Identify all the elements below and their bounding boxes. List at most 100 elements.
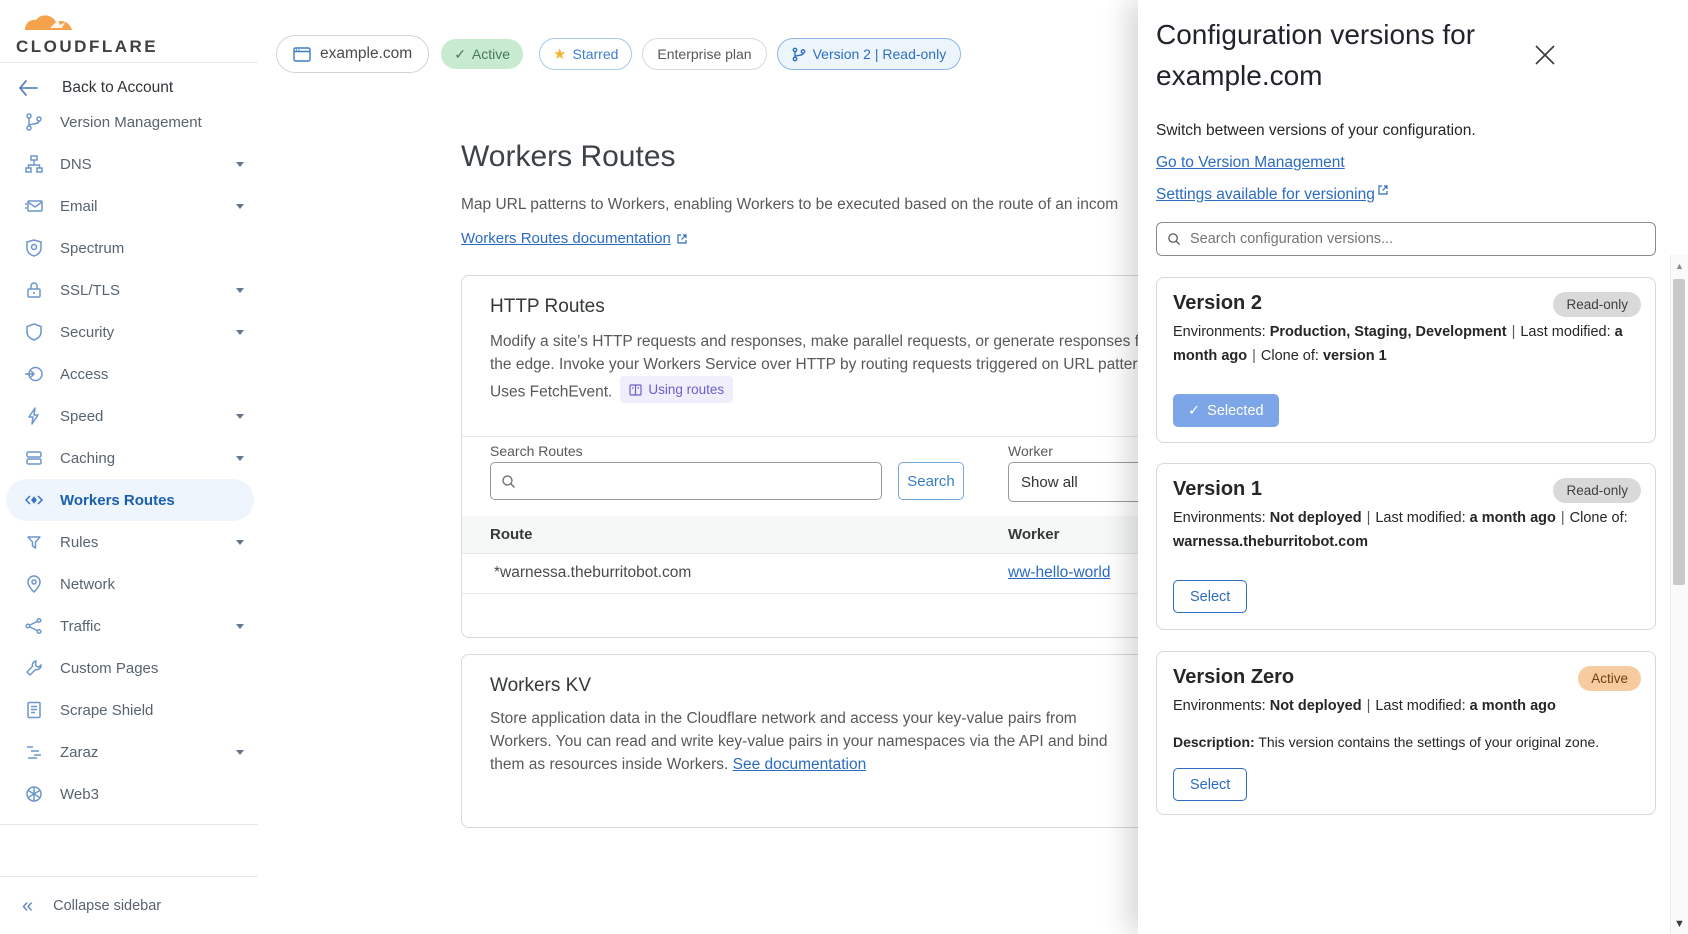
search-icon bbox=[501, 474, 516, 489]
route-column-header: Route bbox=[490, 526, 533, 543]
collapse-sidebar-button[interactable]: « Collapse sidebar bbox=[0, 876, 258, 934]
shield-icon bbox=[24, 322, 44, 342]
select-button[interactable]: Select bbox=[1173, 768, 1247, 801]
version-card-version-zero: Version Zero Active Environments: Not de… bbox=[1156, 651, 1656, 815]
document-icon bbox=[24, 700, 44, 720]
panel-title: Configuration versions for example.com bbox=[1156, 14, 1586, 96]
cloudflare-dashboard: CLOUDFLARE Back to Account Version Manag… bbox=[0, 0, 1688, 934]
star-icon: ★ bbox=[553, 45, 566, 63]
sidebar-item-access[interactable]: Access bbox=[0, 353, 258, 395]
scrollbar-thumb[interactable] bbox=[1673, 279, 1685, 585]
go-to-version-management-link[interactable]: Go to Version Management bbox=[1156, 154, 1345, 172]
sidebar-nav: Version Management DNS Email Spectrum SS… bbox=[0, 112, 258, 824]
see-documentation-link[interactable]: See documentation bbox=[733, 756, 867, 773]
version-name: Version 2 bbox=[1173, 292, 1262, 315]
back-to-account[interactable]: Back to Account bbox=[0, 62, 258, 113]
svg-text:CLOUDFLARE: CLOUDFLARE bbox=[16, 37, 158, 56]
scroll-up-icon[interactable]: ▲ bbox=[1671, 261, 1688, 271]
check-icon: ✓ bbox=[1188, 403, 1200, 419]
search-icon bbox=[1167, 232, 1181, 246]
sidebar-item-label: Spectrum bbox=[60, 240, 124, 257]
version-badge-button[interactable]: Version 2 | Read-only bbox=[777, 38, 962, 70]
lock-icon bbox=[24, 280, 44, 300]
page-title: Workers Routes bbox=[461, 140, 676, 174]
domain-selector[interactable]: example.com bbox=[276, 35, 429, 73]
collapse-icon: « bbox=[22, 896, 33, 916]
search-button[interactable]: Search bbox=[898, 462, 964, 500]
web3-icon bbox=[24, 784, 44, 804]
http-routes-description-text: Modify a site’s HTTP requests and respon… bbox=[490, 333, 1166, 401]
sidebar-item-web3[interactable]: Web3 bbox=[0, 773, 258, 815]
doc-link-label: Workers Routes documentation bbox=[461, 230, 671, 247]
sidebar-item-rules[interactable]: Rules bbox=[0, 521, 258, 563]
sidebar-item-label: SSL/TLS bbox=[60, 282, 120, 299]
page-subtitle: Map URL patterns to Workers, enabling Wo… bbox=[461, 196, 1118, 214]
plan-badge: Enterprise plan bbox=[642, 38, 766, 70]
select-button[interactable]: Select bbox=[1173, 580, 1247, 613]
sidebar-item-network[interactable]: Network bbox=[0, 563, 258, 605]
readonly-badge: Read-only bbox=[1553, 292, 1641, 317]
collapse-sidebar-label: Collapse sidebar bbox=[53, 898, 161, 914]
sidebar-item-security[interactable]: Security bbox=[0, 311, 258, 353]
version-name: Version Zero bbox=[1173, 666, 1294, 689]
chevron-down-icon bbox=[236, 540, 244, 545]
back-arrow-icon bbox=[18, 80, 38, 96]
access-icon bbox=[24, 364, 44, 384]
active-status-badge: ✓ Active bbox=[441, 39, 523, 69]
starred-label: Starred bbox=[573, 46, 619, 62]
configuration-versions-panel: Configuration versions for example.com S… bbox=[1138, 0, 1688, 934]
using-routes-badge[interactable]: Using routes bbox=[620, 376, 733, 403]
chevron-down-icon bbox=[236, 414, 244, 419]
sidebar-item-custom-pages[interactable]: Custom Pages bbox=[0, 647, 258, 689]
panel-scrollbar[interactable]: ▲ ▼ bbox=[1670, 255, 1688, 934]
search-versions-input[interactable] bbox=[1156, 222, 1656, 256]
traffic-icon bbox=[24, 616, 44, 636]
worker-link[interactable]: ww-hello-world bbox=[1008, 564, 1111, 582]
sidebar-item-email[interactable]: Email bbox=[0, 185, 258, 227]
sidebar-item-caching[interactable]: Caching bbox=[0, 437, 258, 479]
sidebar-item-label: Traffic bbox=[60, 618, 101, 635]
worker-filter-value: Show all bbox=[1021, 474, 1078, 491]
sidebar-item-ssl-tls[interactable]: SSL/TLS bbox=[0, 269, 258, 311]
sidebar-item-workers-routes[interactable]: Workers Routes bbox=[6, 479, 254, 521]
external-link-icon bbox=[1377, 184, 1389, 196]
wrench-icon bbox=[24, 658, 44, 678]
search-routes-input[interactable] bbox=[490, 462, 882, 500]
sidebar-item-traffic[interactable]: Traffic bbox=[0, 605, 258, 647]
sidebar-item-zaraz[interactable]: Zaraz bbox=[0, 731, 258, 773]
browser-window-icon bbox=[293, 47, 311, 62]
version-description: Description: This version contains the s… bbox=[1173, 734, 1599, 750]
cloud-icon bbox=[25, 15, 72, 30]
filter-icon bbox=[24, 532, 44, 552]
active-label: Active bbox=[472, 46, 510, 62]
version-card-version-2: Version 2 Read-only Environments: Produc… bbox=[1156, 277, 1656, 443]
sidebar-item-label: Web3 bbox=[60, 786, 99, 803]
version-card-version-1: Version 1 Read-only Environments: Not de… bbox=[1156, 463, 1656, 630]
worker-filter-label: Worker bbox=[1008, 443, 1053, 459]
sidebar-item-version-management[interactable]: Version Management bbox=[0, 112, 258, 143]
caching-icon bbox=[24, 448, 44, 468]
back-to-account-label: Back to Account bbox=[62, 79, 173, 97]
selected-button[interactable]: ✓ Selected bbox=[1173, 394, 1279, 427]
book-icon bbox=[629, 384, 642, 396]
cloudflare-logo: CLOUDFLARE bbox=[14, 6, 164, 62]
sidebar-item-dns[interactable]: DNS bbox=[0, 143, 258, 185]
sidebar-item-label: Zaraz bbox=[60, 744, 98, 761]
starred-toggle[interactable]: ★ Starred bbox=[539, 38, 632, 70]
search-versions-field[interactable] bbox=[1188, 230, 1655, 248]
version-management-icon bbox=[24, 112, 44, 132]
sidebar-item-scrape-shield[interactable]: Scrape Shield bbox=[0, 689, 258, 731]
sidebar-item-spectrum[interactable]: Spectrum bbox=[0, 227, 258, 269]
close-icon[interactable] bbox=[1532, 42, 1558, 68]
version-meta: Environments: Not deployed|Last modified… bbox=[1173, 506, 1635, 554]
active-badge: Active bbox=[1578, 666, 1641, 691]
chevron-down-icon bbox=[236, 624, 244, 629]
search-routes-field[interactable] bbox=[522, 472, 881, 490]
lightning-icon bbox=[24, 406, 44, 426]
settings-versioning-link[interactable]: Settings available for versioning bbox=[1156, 186, 1389, 204]
workers-routes-doc-link[interactable]: Workers Routes documentation bbox=[461, 230, 688, 247]
pin-icon bbox=[24, 574, 44, 594]
scroll-down-icon[interactable]: ▼ bbox=[1671, 918, 1688, 930]
sidebar-item-speed[interactable]: Speed bbox=[0, 395, 258, 437]
version-meta: Environments: Production, Staging, Devel… bbox=[1173, 320, 1635, 368]
